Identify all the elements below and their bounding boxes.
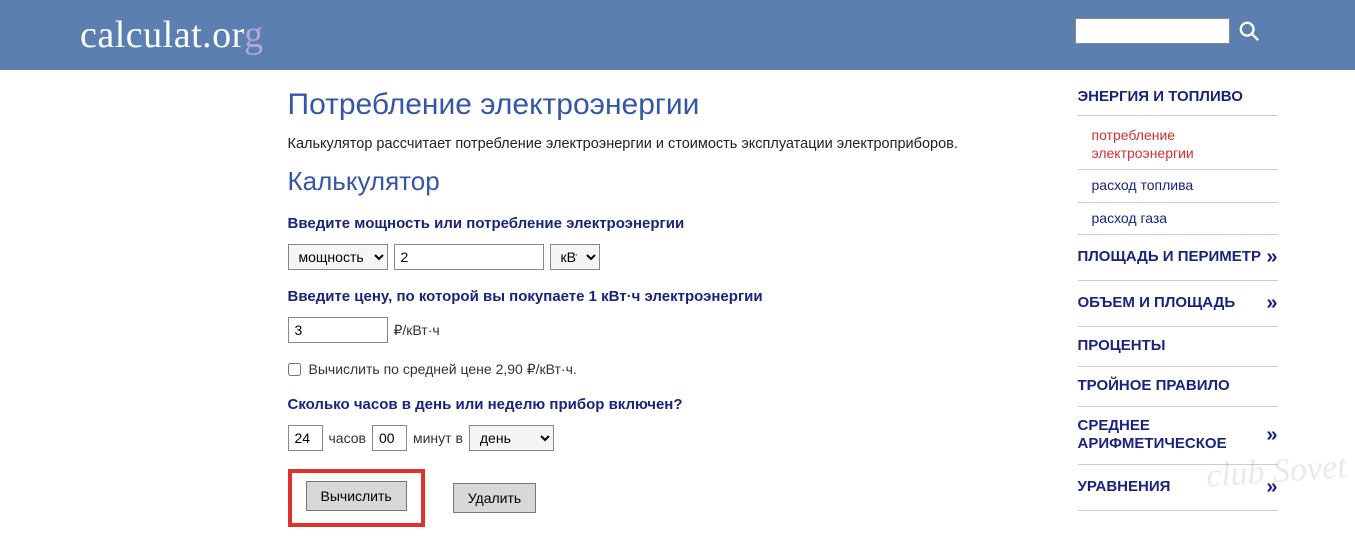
site-logo[interactable]: calculat.org (80, 13, 264, 57)
sidebar-heading-label: ПЛОЩАДЬ И ПЕРИМЕТР (1078, 248, 1261, 267)
sidebar-heading-area[interactable]: ПЛОЩАДЬ И ПЕРИМЕТР » (1078, 235, 1278, 281)
minutes-input[interactable] (372, 425, 407, 451)
duration-row: часов минут в день (288, 425, 1038, 451)
power-value-input[interactable] (394, 244, 544, 270)
sidebar-heading-volume[interactable]: ОБЪЕМ И ПЛОЩАДЬ » (1078, 281, 1278, 327)
power-type-select[interactable]: мощность (288, 244, 388, 270)
search-wrap (1075, 18, 1260, 44)
logo-text: calculat (80, 14, 202, 56)
page-body: Потребление электроэнергии Калькулятор р… (48, 70, 1308, 527)
power-row: мощность кВт (288, 244, 1038, 270)
price-row: ₽/кВт·ч (288, 317, 1038, 343)
period-select[interactable]: день (469, 425, 554, 451)
sidebar-heading-percent[interactable]: ПРОЦЕНТЫ (1078, 327, 1278, 367)
sidebar-heading-label: ПРОЦЕНТЫ (1078, 337, 1166, 356)
price-value-input[interactable] (288, 317, 388, 343)
price-unit-label: ₽/кВт·ч (394, 322, 440, 339)
logo-r: r (232, 14, 244, 56)
sidebar-item-label: расход газа (1092, 210, 1168, 228)
power-unit-select[interactable]: кВт (550, 244, 600, 270)
chevron-right-icon: » (1266, 245, 1277, 270)
sidebar-item-gas[interactable]: расход газа (1078, 203, 1278, 236)
calculate-highlight: Вычислить (288, 469, 425, 527)
duration-label: Сколько часов в день или неделю прибор в… (288, 396, 1038, 413)
hours-unit-label: часов (329, 430, 366, 446)
button-row: Вычислить Удалить (288, 469, 1038, 527)
calculator-heading: Калькулятор (288, 166, 1038, 197)
chevron-right-icon: » (1266, 475, 1277, 500)
logo-dot: . (202, 14, 212, 56)
sidebar-heading-triple[interactable]: ТРОЙНОЕ ПРАВИЛО (1078, 367, 1278, 407)
sidebar-heading-label: ОБЪЕМ И ПЛОЩАДЬ (1078, 294, 1236, 313)
avg-price-label: Вычислить по средней цене 2,90 ₽/кВт·ч. (309, 361, 577, 378)
calculate-button[interactable]: Вычислить (306, 481, 407, 511)
sidebar-group-energy: ЭНЕРГИЯ И ТОПЛИВО (1078, 88, 1278, 116)
sidebar-heading-label: ТРОЙНОЕ ПРАВИЛО (1078, 377, 1230, 396)
sidebar-item-label: расход топлива (1092, 177, 1194, 195)
chevron-right-icon: » (1266, 423, 1277, 448)
search-input[interactable] (1075, 18, 1230, 44)
minutes-unit-label: минут в (413, 430, 463, 446)
search-icon[interactable] (1238, 20, 1260, 42)
sidebar-heading-label: СРЕДНЕЕ АРИФМЕТИЧЕСКОЕ (1078, 417, 1267, 455)
logo-g: g (244, 14, 264, 56)
sidebar-heading-equations[interactable]: УРАВНЕНИЯ » (1078, 465, 1278, 511)
avg-price-checkbox[interactable] (288, 363, 301, 376)
delete-button[interactable]: Удалить (453, 483, 536, 513)
site-header: calculat.org (0, 0, 1355, 70)
logo-o: o (212, 14, 232, 56)
sidebar-heading-average[interactable]: СРЕДНЕЕ АРИФМЕТИЧЕСКОЕ » (1078, 407, 1278, 466)
avg-price-row: Вычислить по средней цене 2,90 ₽/кВт·ч. (288, 361, 1038, 378)
sidebar-item-fuel[interactable]: расход топлива (1078, 170, 1278, 203)
power-label: Введите мощность или потребление электро… (288, 215, 1038, 232)
page-title: Потребление электроэнергии (288, 88, 1038, 122)
sidebar-heading-label: УРАВНЕНИЯ (1078, 478, 1171, 497)
sidebar-item-electricity[interactable]: потребление электроэнергии (1078, 120, 1278, 170)
hours-input[interactable] (288, 425, 323, 451)
sidebar: ЭНЕРГИЯ И ТОПЛИВО потребление электроэне… (1078, 88, 1308, 527)
page-description: Калькулятор рассчитает потребление элект… (288, 136, 1038, 152)
price-label: Введите цену, по которой вы покупаете 1 … (288, 288, 1038, 305)
main-content: Потребление электроэнергии Калькулятор р… (48, 88, 1078, 527)
sidebar-item-label: потребление электроэнергии (1092, 127, 1278, 162)
chevron-right-icon: » (1266, 291, 1277, 316)
